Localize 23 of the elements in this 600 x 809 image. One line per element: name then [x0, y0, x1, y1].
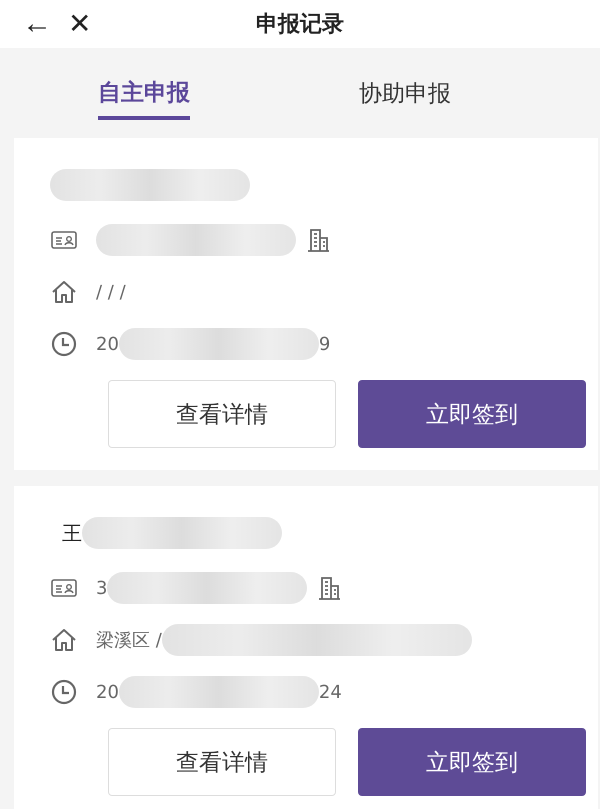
sign-in-button[interactable]: 立即签到: [358, 728, 586, 796]
tab[interactable]: 自主申报: [98, 66, 190, 120]
tab[interactable]: 协助申报: [270, 68, 540, 118]
id-card-icon: [50, 230, 78, 250]
details-button[interactable]: 查看详情: [108, 380, 336, 448]
field-text: 20: [96, 334, 119, 354]
page-title: 申报记录: [256, 11, 344, 39]
sign-in-button[interactable]: 立即签到: [358, 380, 586, 448]
name-text: 王: [62, 520, 82, 546]
details-button[interactable]: 查看详情: [108, 728, 336, 796]
close-button[interactable]: ✕: [68, 4, 91, 44]
back-button[interactable]: ←: [22, 4, 52, 44]
home-icon: [50, 627, 78, 653]
clock-icon: [50, 331, 78, 357]
clock-icon: [50, 679, 78, 705]
field-text: 梁溪区 /: [96, 629, 162, 652]
field-text: / / /: [96, 282, 126, 302]
field-text: 9: [318, 334, 330, 354]
field-text: 24: [318, 682, 342, 702]
field-text: 20: [96, 682, 119, 702]
id-card-icon: [50, 578, 78, 598]
home-icon: [50, 279, 78, 305]
field-text: 3: [96, 578, 108, 598]
